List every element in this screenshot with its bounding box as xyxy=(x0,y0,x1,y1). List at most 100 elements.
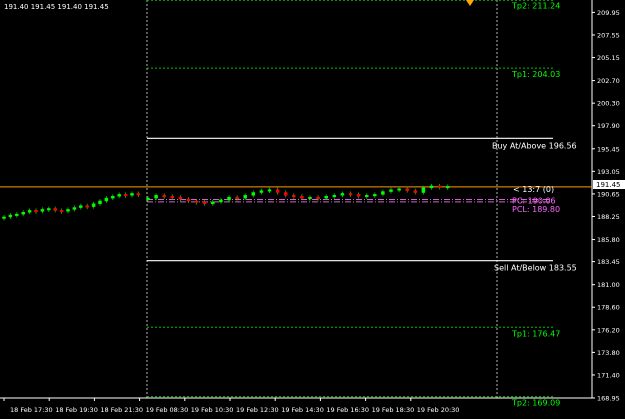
candle-s2-31 xyxy=(397,188,401,191)
candle-s2-0 xyxy=(146,197,150,200)
time-tick-label: 19 Feb 16:30 xyxy=(326,406,369,414)
candle-s2-26 xyxy=(356,194,361,197)
price-tick-label: 195.45 xyxy=(597,145,620,153)
price-tick-label: 190.65 xyxy=(597,190,620,198)
candle-s2-7 xyxy=(202,201,207,205)
candle-s1-5 xyxy=(34,210,38,213)
candle-s1-9 xyxy=(59,210,64,213)
price-tick-label: 205.15 xyxy=(597,54,620,62)
candle-s2-29 xyxy=(381,191,385,195)
price-tick-label: 188.25 xyxy=(597,213,620,221)
candle-s2-34 xyxy=(421,187,426,193)
candle-s1-14 xyxy=(91,203,96,207)
candle-s2-5 xyxy=(186,198,191,202)
level-label-4: PCL: 189.80 xyxy=(512,205,560,214)
candle-s1-10 xyxy=(66,209,70,212)
price-tick-label: 176.20 xyxy=(597,326,620,334)
level-label-1: Tp1: 204.03 xyxy=(511,70,560,79)
candle-s1-3 xyxy=(21,212,25,215)
candle-s1-11 xyxy=(72,207,77,210)
candle-s1-8 xyxy=(53,208,57,211)
time-tick-label: 18 Feb 17:30 xyxy=(10,406,53,414)
time-tick-label: 18 Feb 21:30 xyxy=(100,406,143,414)
price-tick-label: 207.55 xyxy=(597,31,620,39)
level-label-2: Buy At/Above 196.56 xyxy=(492,141,577,150)
candle-s2-12 xyxy=(243,195,247,199)
candle-s2-8 xyxy=(211,201,215,205)
price-tick-label: 200.30 xyxy=(597,100,620,108)
candle-s2-14 xyxy=(259,190,264,193)
level-label-7: Tp2: 169.09 xyxy=(511,399,560,408)
svg-text:191.45: 191.45 xyxy=(596,181,621,189)
current-price-tag: 191.45 xyxy=(593,180,625,189)
candle-s2-21 xyxy=(316,196,320,199)
candle-s1-18 xyxy=(117,194,121,197)
level-label-0: Tp2: 211.24 xyxy=(511,1,560,10)
candle-s2-10 xyxy=(227,196,231,201)
candle-s1-0 xyxy=(2,216,6,219)
price-chart[interactable]: Tp2: 211.24 Tp1: 204.03 Buy At/Above 196.5… xyxy=(0,0,625,419)
price-tick-label: 168.95 xyxy=(597,395,620,403)
candle-s2-33 xyxy=(413,190,418,193)
candle-s2-24 xyxy=(340,193,345,196)
candle-s2-13 xyxy=(251,192,256,196)
level-label-6: Tp1: 176.47 xyxy=(511,329,560,338)
candle-s2-9 xyxy=(219,199,223,203)
candle-s1-20 xyxy=(130,193,134,196)
candle-s2-19 xyxy=(300,196,304,199)
candle-s2-35 xyxy=(429,185,434,189)
candle-s2-36 xyxy=(437,185,442,188)
candle-s2-3 xyxy=(170,196,175,199)
bar-countdown: < 13:7 (0) xyxy=(513,185,554,194)
candle-s1-2 xyxy=(15,213,19,216)
time-tick-label: 19 Feb 14:30 xyxy=(281,406,324,414)
candle-s1-17 xyxy=(111,196,115,199)
time-tick-label: 19 Feb 18:30 xyxy=(372,406,415,414)
price-tick-label: 209.95 xyxy=(597,9,620,17)
candle-s2-30 xyxy=(389,189,393,192)
candle-s2-27 xyxy=(364,195,369,198)
candle-s1-7 xyxy=(47,208,51,211)
time-tick-label: 18 Feb 19:30 xyxy=(55,406,98,414)
candle-s2-6 xyxy=(194,200,199,203)
candle-s1-15 xyxy=(98,200,102,205)
candle-s1-19 xyxy=(123,194,128,197)
candle-s2-4 xyxy=(178,196,183,200)
price-tick-label: 181.00 xyxy=(597,281,620,289)
price-tick-label: 202.70 xyxy=(597,77,620,85)
price-tick-label: 178.60 xyxy=(597,304,620,312)
price-tick-label: 185.80 xyxy=(597,236,620,244)
time-tick-label: 19 Feb 08:30 xyxy=(146,406,189,414)
time-tick-label: 19 Feb 20:30 xyxy=(417,406,460,414)
candle-s1-1 xyxy=(8,214,13,218)
candle-s2-18 xyxy=(292,195,296,198)
candle-s2-17 xyxy=(283,192,288,196)
price-tick-label: 183.45 xyxy=(597,258,620,266)
time-tick-label: 19 Feb 12:30 xyxy=(236,406,279,414)
candle-s2-32 xyxy=(405,188,409,191)
price-tick-label: 193.05 xyxy=(597,168,620,176)
level-label-5: Sell At/Below 183.55 xyxy=(494,264,577,273)
candle-s1-16 xyxy=(104,197,109,202)
price-tick-label: 173.80 xyxy=(597,349,620,357)
time-tick-label: 19 Feb 10:30 xyxy=(191,406,234,414)
candle-s1-4 xyxy=(27,210,32,213)
candle-s2-1 xyxy=(154,195,158,199)
candle-s1-21 xyxy=(136,193,141,196)
candle-s2-22 xyxy=(324,196,328,199)
candle-s1-13 xyxy=(85,205,89,208)
candle-s1-12 xyxy=(79,205,83,208)
candle-s2-15 xyxy=(267,189,272,192)
ohlc-readout: 191.40 191.45 191.40 191.45 xyxy=(4,3,109,11)
candle-s2-16 xyxy=(275,189,280,193)
candle-s2-11 xyxy=(235,196,239,199)
price-tick-label: 197.90 xyxy=(597,122,620,130)
candle-s2-25 xyxy=(348,193,353,196)
candle-s2-2 xyxy=(162,195,166,198)
candle-s2-20 xyxy=(308,196,312,199)
price-tick-label: 171.40 xyxy=(597,371,620,379)
candle-s2-28 xyxy=(373,194,377,197)
candle-s1-6 xyxy=(40,209,45,212)
candle-s2-23 xyxy=(332,195,337,198)
candle-s2-37 xyxy=(445,186,450,189)
